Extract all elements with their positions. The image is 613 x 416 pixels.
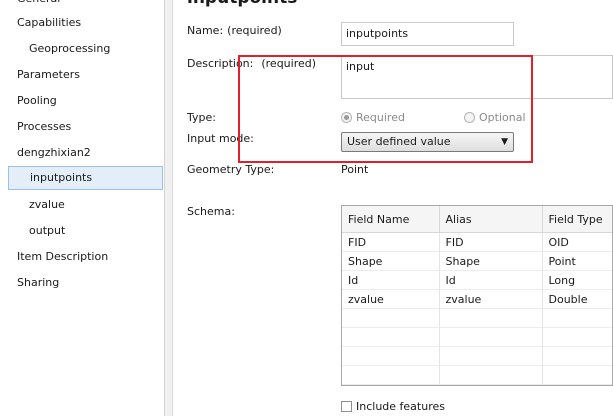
navigation-panel: General Capabilities Geoprocessing Param…: [0, 0, 165, 416]
name-input[interactable]: inputpoints: [341, 22, 514, 46]
description-input[interactable]: input: [341, 55, 613, 99]
field-name-cell: FID: [342, 232, 440, 252]
geometry-type-value: Point: [341, 163, 369, 176]
nav-item-inputpoints[interactable]: inputpoints: [8, 166, 163, 190]
schema-label: Schema:: [187, 205, 235, 218]
column-header-alias[interactable]: Alias: [439, 206, 543, 233]
nav-item-geoprocessing[interactable]: Geoprocessing: [8, 37, 163, 61]
alias-cell: Id: [439, 270, 543, 290]
type-required-radio[interactable]: Required: [341, 111, 405, 124]
field-name-cell: Shape: [342, 251, 440, 271]
nav-item-item-description[interactable]: Item Description: [8, 245, 163, 269]
dropdown-arrow-icon: ▼: [501, 137, 508, 147]
type-required-label: Required: [356, 111, 405, 124]
nav-item-pooling[interactable]: Pooling: [8, 89, 163, 113]
empty-row: [342, 384, 612, 385]
nav-item-processes[interactable]: Processes: [8, 115, 163, 139]
table-row[interactable]: Id Id Long: [342, 270, 612, 290]
alias-cell: Shape: [439, 251, 543, 271]
name-required-text: (required): [227, 24, 282, 37]
table-row[interactable]: FID FID OID: [342, 232, 612, 252]
empty-row: [342, 327, 612, 347]
empty-row: [342, 308, 612, 328]
alias-cell: zvalue: [439, 289, 543, 309]
table-row[interactable]: Shape Shape Point: [342, 251, 612, 271]
type-optional-radio[interactable]: Optional: [464, 111, 526, 124]
nav-item-capabilities[interactable]: Capabilities: [8, 11, 163, 35]
table-row[interactable]: zvalue zvalue Double: [342, 289, 612, 309]
name-label-text: Name:: [187, 24, 224, 37]
input-mode-select[interactable]: User defined value ▼: [341, 132, 514, 152]
page-title: inputpoints: [187, 0, 297, 8]
field-type-cell: Point: [542, 251, 612, 271]
description-required-text: (required): [261, 57, 317, 70]
description-label: Description: (required): [187, 57, 316, 70]
field-type-cell: Double: [542, 289, 612, 309]
nav-item-dengzhixian2[interactable]: dengzhixian2: [8, 141, 163, 165]
include-features-checkbox[interactable]: Include features: [341, 400, 445, 413]
name-label: Name: (required): [187, 24, 282, 37]
description-label-text: Description:: [187, 57, 254, 70]
type-optional-label: Optional: [479, 111, 526, 124]
field-type-cell: OID: [542, 232, 612, 252]
radio-selected-icon: [341, 112, 352, 123]
field-type-cell: Long: [542, 270, 612, 290]
empty-row: [342, 346, 612, 366]
input-mode-value: User defined value: [347, 135, 451, 148]
include-features-label: Include features: [356, 400, 445, 413]
table-header-row: Field Name Alias Field Type: [342, 206, 612, 233]
nav-item-output[interactable]: output: [8, 219, 163, 243]
nav-item-sharing[interactable]: Sharing: [8, 271, 163, 295]
empty-row: [342, 365, 612, 385]
geometry-type-label: Geometry Type:: [187, 163, 275, 176]
column-header-field-type[interactable]: Field Type: [542, 206, 612, 233]
panel-divider: [165, 0, 173, 416]
parameter-properties: inputpoints Name:(required) inputpoints …: [173, 0, 613, 416]
input-mode-label: Input mode:: [187, 132, 254, 145]
nav-item-parameters[interactable]: Parameters: [8, 63, 163, 87]
nav-item-general[interactable]: General: [8, 0, 163, 11]
alias-cell: FID: [439, 232, 543, 252]
column-header-field-name[interactable]: Field Name: [342, 206, 440, 233]
nav-item-zvalue[interactable]: zvalue: [8, 193, 163, 217]
radio-unselected-icon: [464, 112, 475, 123]
type-label: Type:: [187, 111, 216, 124]
schema-table[interactable]: Field Name Alias Field Type FID FID OID …: [341, 205, 613, 386]
field-name-cell: zvalue: [342, 289, 440, 309]
field-name-cell: Id: [342, 270, 440, 290]
checkbox-unchecked-icon: [341, 401, 352, 412]
